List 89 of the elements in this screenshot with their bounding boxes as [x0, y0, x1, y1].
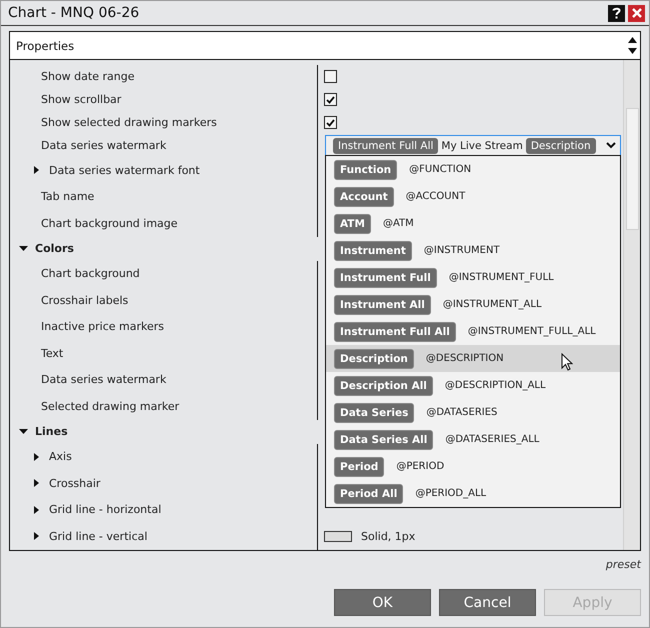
token-chip: Instrument Full All: [333, 138, 438, 154]
property-label: Crosshair: [48, 476, 100, 490]
collapse-icon[interactable]: [19, 429, 28, 434]
preset-label: preset: [606, 558, 641, 571]
option-tag: Instrument Full All: [334, 322, 456, 342]
option-code: @DATASERIES_ALL: [445, 434, 540, 445]
option-code: @FUNCTION: [409, 164, 472, 175]
property-label: Grid line - horizontal: [48, 503, 162, 516]
property-label: Inactive price markers: [40, 320, 164, 334]
property-label: Selected drawing marker: [40, 400, 180, 413]
chevron-down-icon[interactable]: [606, 142, 616, 149]
option-code: @INSTRUMENT_FULL_ALL: [468, 326, 596, 337]
property-label: Data series watermark: [40, 139, 166, 152]
property-label: Crosshair labels: [40, 294, 128, 307]
watermark-text: My Live Stream: [441, 140, 523, 152]
option-tag: Data Series All: [334, 430, 434, 450]
property-label: Show date range: [40, 70, 134, 83]
dropdown-option[interactable]: Instrument All @INSTRUMENT_ALL: [326, 291, 620, 318]
category-label: Colors: [34, 242, 74, 255]
option-code: @PERIOD_ALL: [415, 488, 486, 499]
expand-icon[interactable]: [34, 452, 39, 461]
option-code: @DESCRIPTION: [426, 353, 504, 364]
expand-icon[interactable]: [34, 532, 39, 540]
dropdown-option[interactable]: Period All @PERIOD_ALL: [326, 480, 620, 507]
window-title: Chart - MNQ 06-26: [8, 5, 140, 21]
expand-icon[interactable]: [34, 166, 39, 174]
property-label: Data series watermark font: [48, 164, 200, 177]
option-code: @INSTRUMENT_ALL: [442, 299, 542, 310]
checkbox[interactable]: [324, 70, 337, 83]
dropdown-option[interactable]: Description All @DESCRIPTION_ALL: [326, 372, 620, 399]
option-tag: Instrument Full: [334, 268, 437, 288]
dialog-button[interactable]: Cancel: [439, 589, 536, 616]
header-label: Properties: [16, 38, 76, 52]
option-tag: Function: [334, 160, 398, 180]
checkbox[interactable]: [324, 93, 337, 106]
checkbox[interactable]: [324, 116, 337, 129]
option-tag: Description: [334, 348, 414, 368]
option-tag: Data Series: [334, 402, 414, 422]
up-icon[interactable]: [628, 37, 636, 43]
option-code: @DATASERIES: [426, 407, 498, 418]
dropdown-option[interactable]: Data Series @DATASERIES: [326, 399, 620, 426]
option-code: @ATM: [382, 218, 414, 229]
scroll-thumb[interactable]: [626, 108, 638, 230]
dropdown-option[interactable]: Instrument @INSTRUMENT: [326, 237, 620, 264]
dropdown-option[interactable]: Period @PERIOD: [326, 453, 620, 480]
dropdown-option[interactable]: Description @DESCRIPTION: [326, 345, 620, 372]
option-tag: Description All: [334, 376, 433, 396]
property-label: Chart background: [40, 267, 140, 280]
expand-icon[interactable]: [34, 479, 39, 488]
collapse-icon[interactable]: [19, 246, 28, 251]
property-label: Tab name: [40, 190, 94, 204]
property-label: Chart background image: [40, 216, 178, 230]
dropdown-option[interactable]: Function @FUNCTION: [326, 156, 620, 183]
line-style-value: Solid, 1px: [361, 530, 416, 543]
dropdown-option[interactable]: Instrument Full @INSTRUMENT_FULL: [326, 264, 620, 291]
property-label: Text: [40, 346, 64, 360]
help-button[interactable]: [608, 4, 625, 22]
option-tag: Account: [334, 186, 394, 206]
property-label: Grid line - vertical: [48, 530, 148, 543]
property-label: Axis: [48, 450, 72, 464]
property-label: Data series watermark: [40, 373, 166, 386]
line-swatch: [324, 530, 352, 542]
close-button[interactable]: [628, 4, 645, 22]
option-code: @INSTRUMENT: [424, 245, 500, 256]
dropdown-option[interactable]: Data Series All @DATASERIES_ALL: [326, 426, 620, 453]
option-tag: Instrument All: [334, 294, 431, 314]
dropdown-option[interactable]: Instrument Full All @INSTRUMENT_FULL_ALL: [326, 318, 620, 345]
option-tag: Period: [334, 456, 384, 476]
scrollbar[interactable]: [623, 60, 640, 550]
property-label: Show scrollbar: [40, 93, 122, 106]
expand-icon[interactable]: [34, 506, 39, 514]
category-label: Lines: [34, 425, 68, 438]
dialog-button[interactable]: OK: [334, 589, 431, 616]
option-code: @INSTRUMENT_FULL: [448, 272, 554, 283]
option-tag: Period All: [334, 484, 404, 504]
dropdown-option[interactable]: Account @ACCOUNT: [326, 183, 620, 210]
close-icon: [632, 8, 642, 18]
question-mark-icon: [612, 7, 621, 19]
down-icon[interactable]: [628, 48, 636, 54]
property-label: Show selected drawing markers: [40, 116, 217, 129]
token-chip: Description: [526, 138, 596, 154]
watermark-select[interactable]: Instrument Full All My Live Stream Description: [325, 134, 621, 156]
option-code: @PERIOD: [396, 461, 444, 472]
option-code: @ACCOUNT: [406, 191, 466, 202]
option-tag: ATM: [334, 214, 371, 234]
dropdown-option[interactable]: ATM @ATM: [326, 210, 620, 237]
cursor-icon: [561, 353, 573, 371]
option-code: @DESCRIPTION_ALL: [444, 380, 546, 391]
option-tag: Instrument: [334, 240, 412, 260]
